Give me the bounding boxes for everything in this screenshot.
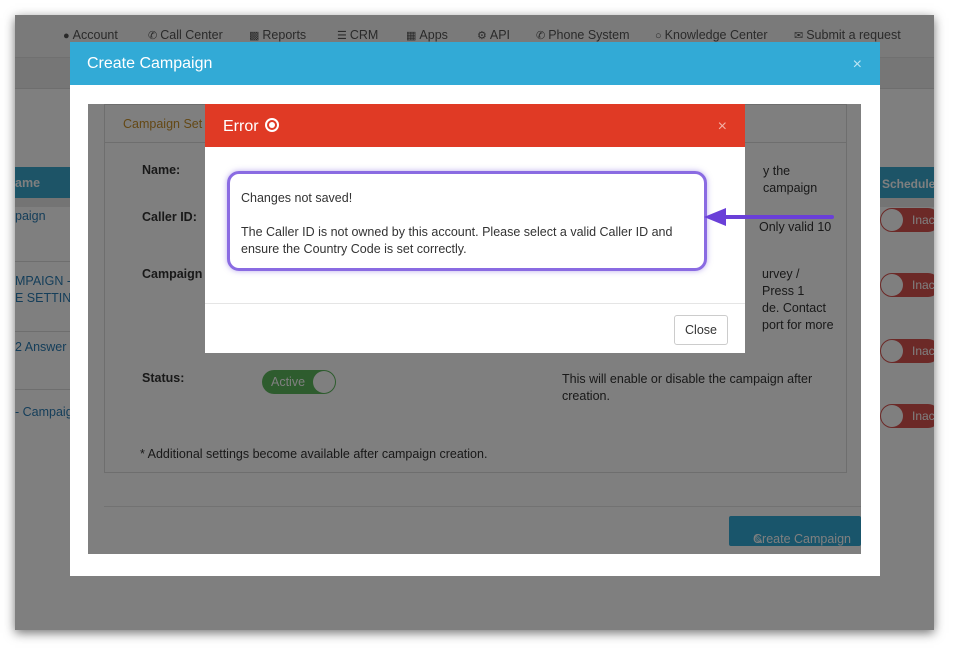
annotation-arrow-icon [704,208,834,226]
error-circle-icon [264,118,279,132]
close-icon[interactable]: × [853,56,862,74]
footer-divider [205,303,745,304]
error-header: Error × [205,104,745,147]
close-icon[interactable]: × [718,118,727,136]
error-title: Error [223,117,279,136]
close-button[interactable]: Close [674,315,728,345]
app-window: ●Account ✆Call Center ▩Reports ☰CRM ▦App… [15,15,934,630]
modal-header: Create Campaign × [70,42,880,85]
annotation-highlight-box [227,171,707,271]
error-modal: Error × Changes not saved! The Caller ID… [205,104,745,353]
modal-title: Create Campaign [87,55,213,72]
arrow-head [704,208,726,226]
